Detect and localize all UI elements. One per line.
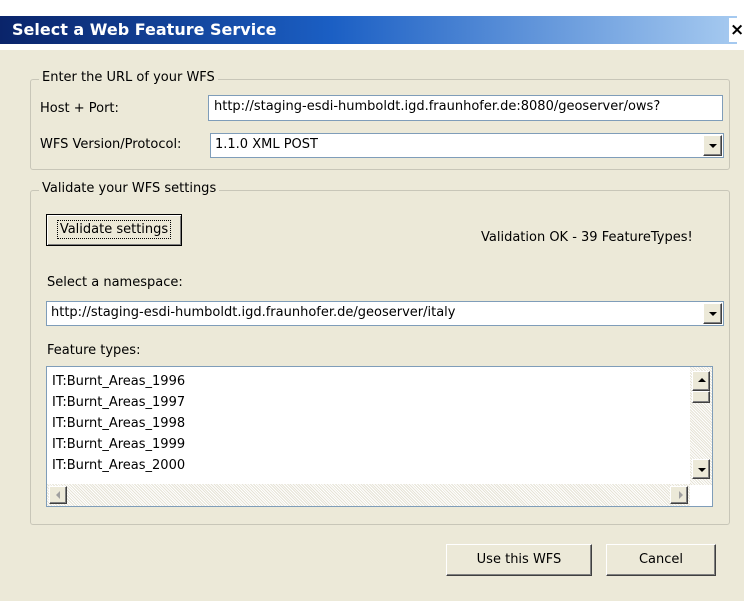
- version-select-value: 1.1.0 XML POST: [215, 137, 318, 152]
- horizontal-scrollbar[interactable]: [47, 484, 690, 506]
- title-bar: Select a Web Feature Service ×: [0, 0, 744, 50]
- version-label: WFS Version/Protocol:: [40, 137, 182, 152]
- use-this-wfs-label: Use this WFS: [476, 552, 562, 567]
- namespace-dropdown-button[interactable]: [703, 303, 722, 324]
- list-item[interactable]: IT:Burnt_Areas_1997: [52, 392, 185, 413]
- arrow-left-icon: [56, 491, 60, 499]
- feature-types-list[interactable]: IT:Burnt_Areas_1996 IT:Burnt_Areas_1997 …: [46, 366, 713, 507]
- host-port-input[interactable]: http://staging-esdi-humboldt.igd.fraunho…: [208, 95, 723, 121]
- namespace-select[interactable]: http://staging-esdi-humboldt.igd.fraunho…: [46, 301, 724, 326]
- arrow-right-icon: [679, 491, 683, 499]
- list-item[interactable]: IT:Burnt_Areas_2000: [52, 455, 185, 476]
- validate-group-legend: Validate your WFS settings: [39, 181, 220, 197]
- close-icon[interactable]: ×: [729, 18, 744, 42]
- cancel-button[interactable]: Cancel: [606, 544, 716, 576]
- arrow-down-icon: [698, 468, 706, 472]
- chevron-down-icon: [709, 144, 717, 148]
- url-group-legend: Enter the URL of your WFS: [39, 70, 218, 86]
- feature-types-label: Feature types:: [47, 343, 141, 358]
- version-select[interactable]: 1.1.0 XML POST: [210, 133, 724, 158]
- validation-status: Validation OK - 39 FeatureTypes!: [481, 230, 693, 245]
- arrow-up-icon: [698, 378, 706, 382]
- dialog-title: Select a Web Feature Service: [12, 20, 277, 39]
- scroll-thumb[interactable]: [692, 391, 710, 403]
- list-item[interactable]: IT:Burnt_Areas_1999: [52, 434, 185, 455]
- version-dropdown-button[interactable]: [703, 135, 722, 156]
- scroll-down-button[interactable]: [692, 459, 710, 479]
- vertical-scrollbar[interactable]: [690, 367, 712, 485]
- list-item[interactable]: IT:Burnt_Areas_1998: [52, 413, 185, 434]
- cancel-label: Cancel: [638, 552, 684, 567]
- validate-settings-button[interactable]: Validate settings: [46, 214, 182, 246]
- namespace-label: Select a namespace:: [47, 275, 183, 290]
- chevron-down-icon: [709, 312, 717, 316]
- host-label: Host + Port:: [40, 101, 119, 116]
- namespace-select-value: http://staging-esdi-humboldt.igd.fraunho…: [51, 305, 456, 320]
- validate-settings-label: Validate settings: [56, 220, 172, 239]
- scroll-up-button[interactable]: [692, 371, 710, 391]
- list-item[interactable]: IT:Burnt_Areas_1996: [52, 371, 185, 392]
- scroll-right-button[interactable]: [670, 486, 688, 504]
- scroll-left-button[interactable]: [49, 486, 67, 504]
- use-this-wfs-button[interactable]: Use this WFS: [446, 544, 592, 576]
